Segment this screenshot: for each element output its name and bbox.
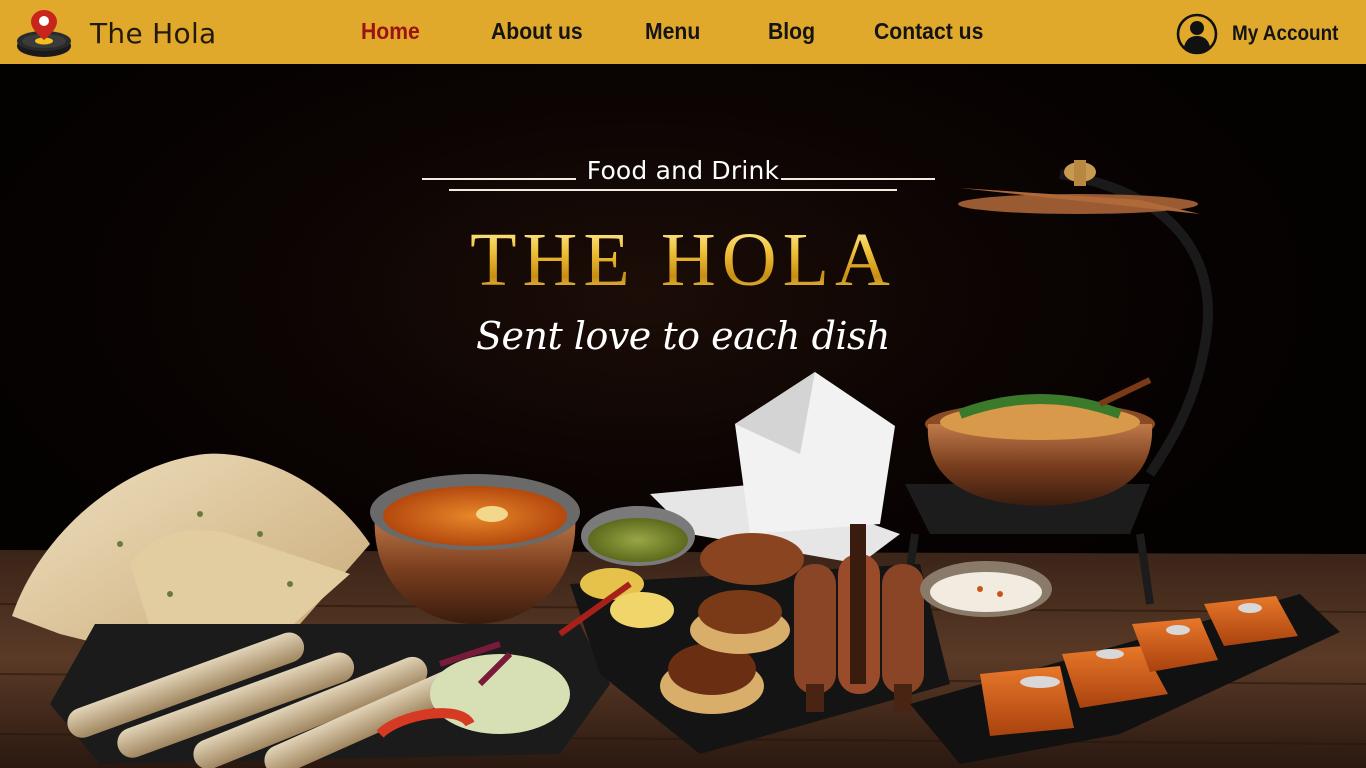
my-account-button[interactable]: My Account xyxy=(1176,13,1350,55)
nav-link-blog[interactable]: Blog xyxy=(768,18,815,45)
nav-link-contact-us[interactable]: Contact us xyxy=(874,18,983,45)
hero-tagline: Food and Drink xyxy=(586,156,780,185)
nav-link-menu[interactable]: Menu xyxy=(645,18,700,45)
tagline-under-rule xyxy=(449,189,897,191)
hero-subtitle: Sent love to each dish xyxy=(475,314,891,358)
hero-title: THE HOLA xyxy=(0,222,1366,298)
nav-link-home[interactable]: Home xyxy=(361,18,420,45)
hero-banner: Food and Drink THE HOLA Sent love to eac… xyxy=(0,64,1366,768)
brand-logo-link[interactable]: The Hola xyxy=(16,8,217,58)
my-account-label: My Account xyxy=(1231,22,1339,45)
dish-pin-logo-icon xyxy=(17,10,71,57)
brand-name: The Hola xyxy=(90,16,217,50)
nav-link-about-us[interactable]: About us xyxy=(491,18,583,45)
top-navbar: The Hola Home About us Menu Blog Contact… xyxy=(0,0,1366,64)
user-circle-icon xyxy=(1176,13,1218,55)
